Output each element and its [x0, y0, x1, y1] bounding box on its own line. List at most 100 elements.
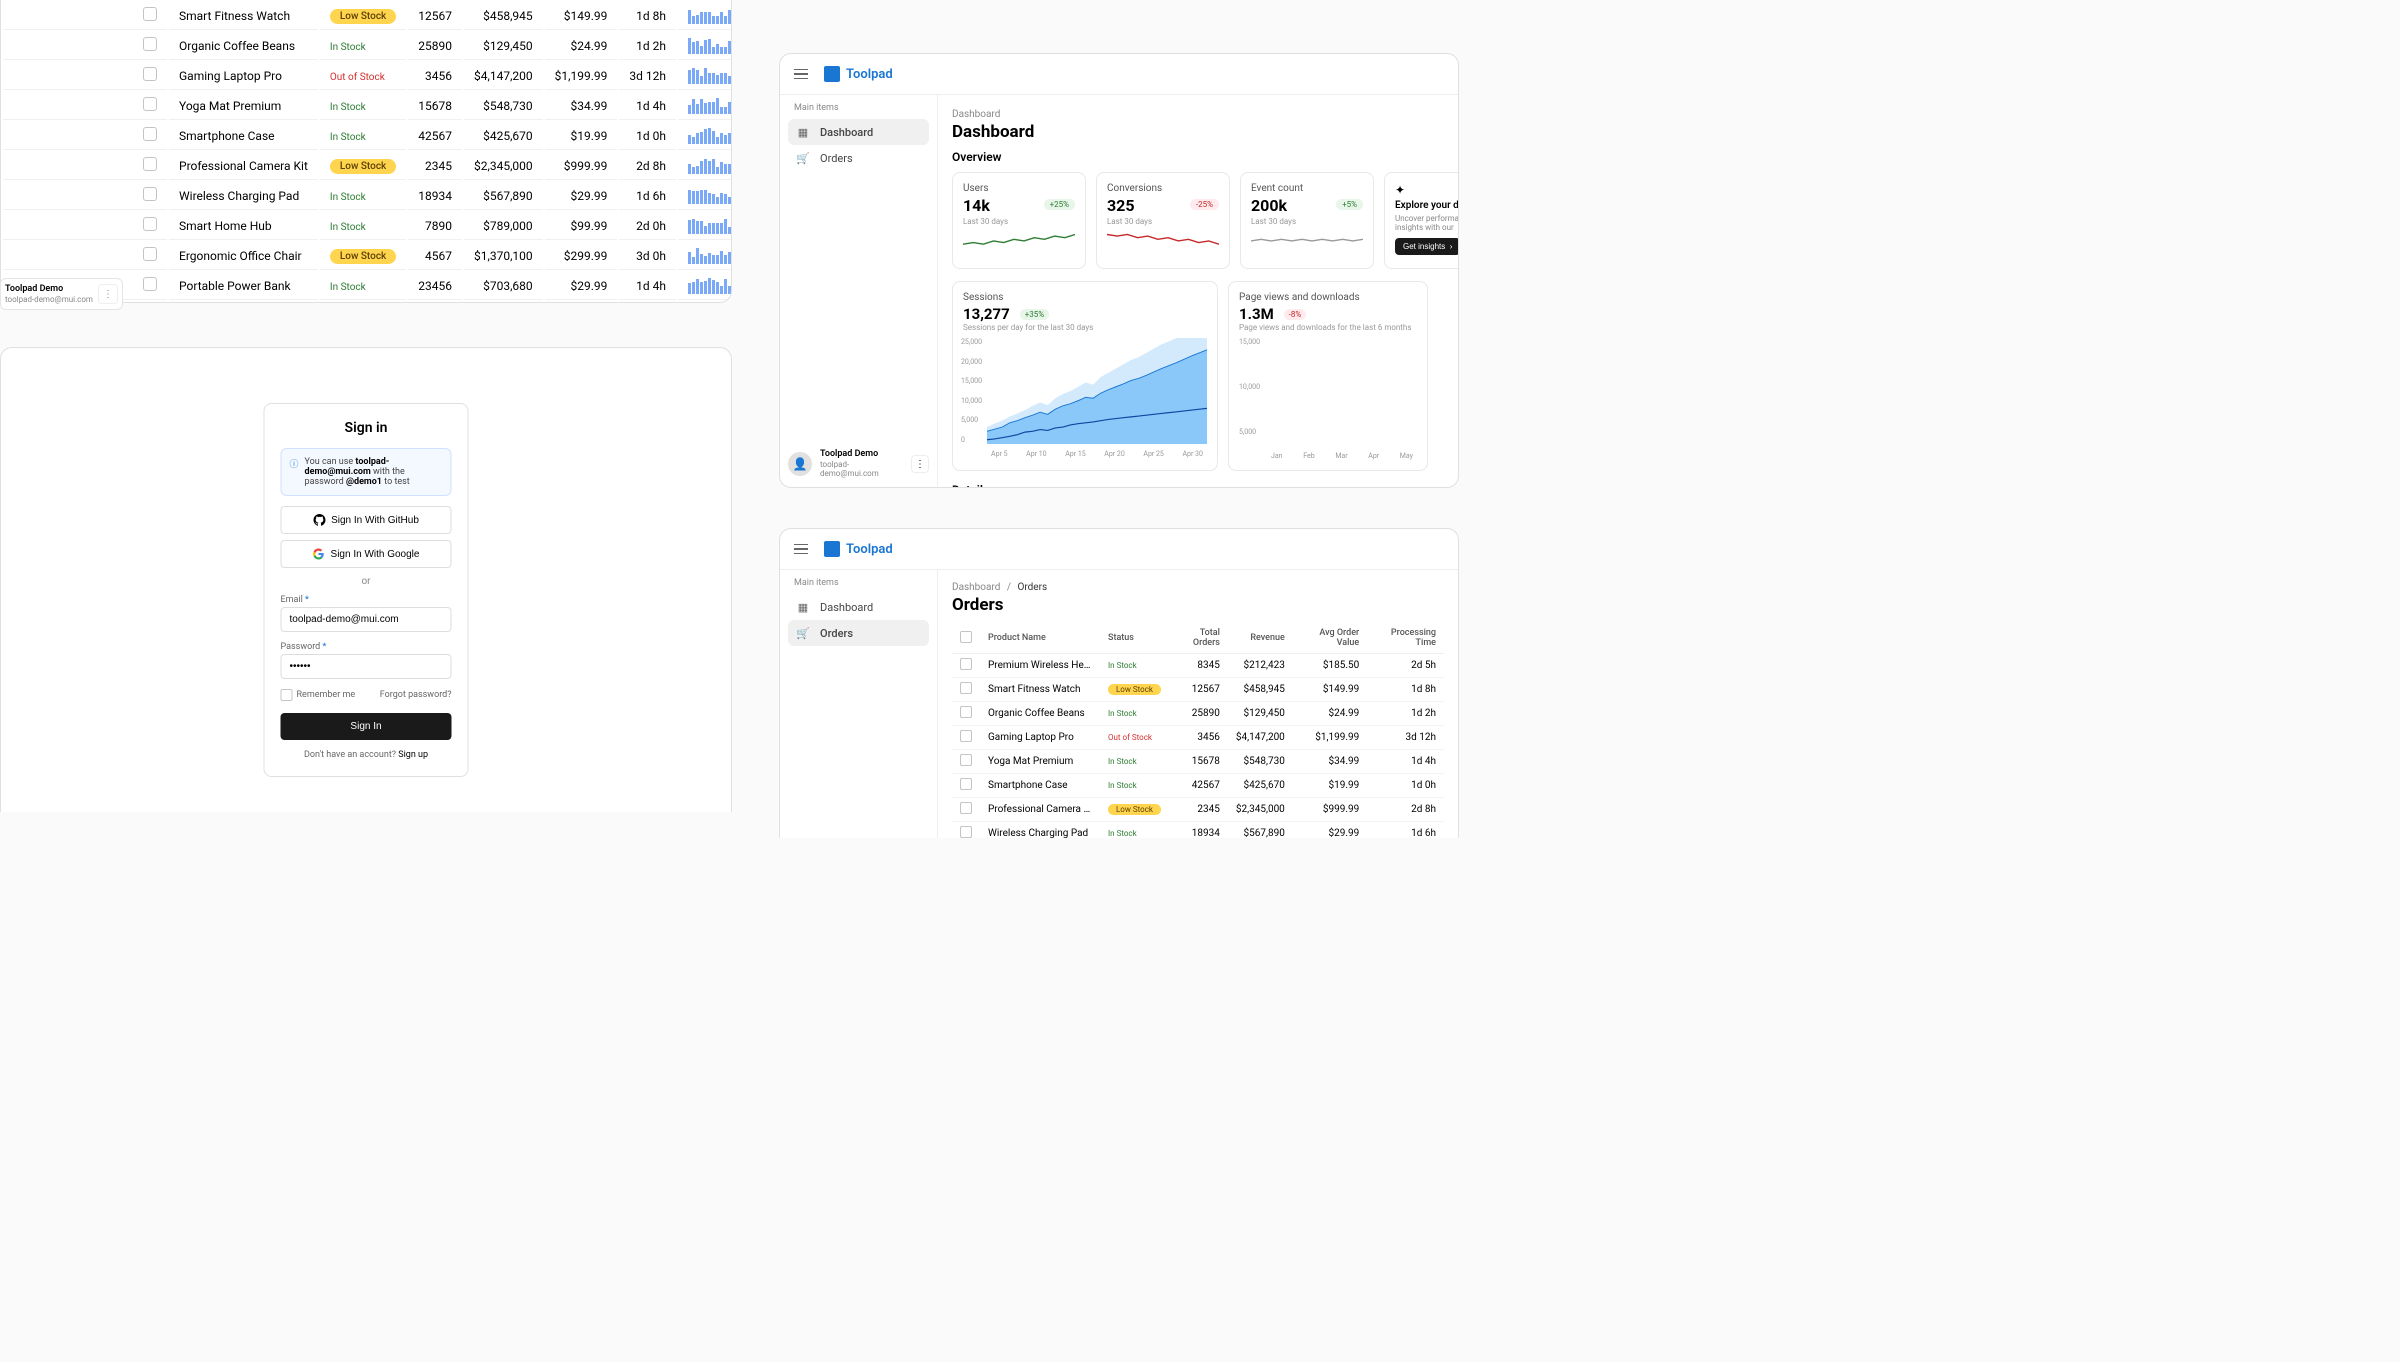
row-checkbox[interactable]	[960, 658, 972, 670]
table-row[interactable]: Gaming Laptop Pro Out of Stock 3456 $4,1…	[952, 726, 1444, 750]
email-field[interactable]	[281, 607, 452, 632]
stat-card: Event count 200k Last 30 days +5%	[1240, 172, 1374, 269]
brand: Toolpad	[824, 66, 893, 82]
sidebar-heading: Main items	[788, 103, 929, 113]
row-checkbox[interactable]	[143, 217, 157, 231]
table-row[interactable]: Ergonomic Office Chair Low Stock 4567 $1…	[3, 242, 732, 270]
select-all-checkbox[interactable]	[960, 631, 972, 643]
signup-link[interactable]: Sign up	[398, 750, 428, 760]
breadcrumb: Dashboard / Orders	[952, 582, 1444, 593]
cart-icon: 🛒	[796, 626, 810, 640]
sidebar-account: 👤 Toolpad Demo toolpad-demo@mui.com ⋮	[788, 449, 929, 479]
cart-icon: 🛒	[796, 151, 810, 165]
sidebar-item-orders[interactable]: 🛒 Orders	[788, 620, 929, 646]
sidebar-item-dashboard[interactable]: ▦ Dashboard	[788, 119, 929, 145]
signin-info: ⓘ You can use toolpad-demo@mui.com with …	[281, 448, 452, 496]
sparkline	[678, 32, 732, 60]
row-checkbox[interactable]	[143, 37, 157, 51]
sidebar-item-orders[interactable]: 🛒 Orders	[788, 145, 929, 171]
row-checkbox[interactable]	[960, 802, 972, 814]
signin-panel: Sign in ⓘ You can use toolpad-demo@mui.c…	[0, 347, 732, 812]
sparkline	[678, 92, 732, 120]
table-row[interactable]: Smartphone Case In Stock 42567 $425,670 …	[952, 774, 1444, 798]
github-signin-button[interactable]: Sign In With GitHub	[281, 506, 452, 534]
get-insights-button[interactable]: Get insights ›	[1395, 238, 1458, 255]
row-checkbox[interactable]	[143, 277, 157, 291]
table-row[interactable]: Professional Camera Kit Low Stock 2345 $…	[952, 798, 1444, 822]
menu-toggle-icon[interactable]	[794, 539, 814, 559]
account-menu-button[interactable]: ⋮	[98, 284, 118, 304]
appbar: Toolpad	[780, 529, 1458, 570]
account-chip: Toolpad Demo toolpad-demo@mui.com ⋮	[0, 278, 123, 310]
email-label: Email *	[281, 595, 452, 605]
orders-table-top: Smart Fitness Watch Low Stock 12567 $458…	[1, 0, 732, 303]
row-checkbox[interactable]	[960, 778, 972, 790]
sparkline	[1107, 232, 1219, 258]
signin-card: Sign in ⓘ You can use toolpad-demo@mui.c…	[264, 403, 469, 777]
stat-card: Users 14k Last 30 days +25%	[952, 172, 1086, 269]
orders-panel: Toolpad Main items ▦ Dashboard 🛒 Orders …	[779, 528, 1459, 838]
signup-row: Don't have an account? Sign up	[281, 750, 452, 760]
sparkline	[1251, 232, 1363, 258]
sparkline	[678, 242, 732, 270]
pageviews-bar-chart: 15,00010,0005,000	[1239, 338, 1417, 450]
dashboard-icon: ▦	[796, 600, 810, 614]
row-checkbox[interactable]	[960, 754, 972, 766]
table-row[interactable]: Premium Wireless Headpho... In Stock 834…	[952, 654, 1444, 678]
row-checkbox[interactable]	[143, 127, 157, 141]
table-row[interactable]: Organic Coffee Beans In Stock 25890 $129…	[3, 32, 732, 60]
google-signin-button[interactable]: Sign In With Google	[281, 540, 452, 568]
sparkline	[678, 152, 732, 180]
sparkline	[678, 122, 732, 150]
row-checkbox[interactable]	[143, 67, 157, 81]
sparkline	[678, 302, 732, 303]
sidebar-item-dashboard[interactable]: ▦ Dashboard	[788, 594, 929, 620]
page-title: Orders	[952, 595, 1444, 615]
trend-chip: -25%	[1190, 199, 1219, 210]
dashboard-main: Dashboard Dashboard Overview Users 14k L…	[938, 95, 1458, 487]
row-checkbox[interactable]	[960, 826, 972, 838]
row-checkbox[interactable]	[143, 97, 157, 111]
table-row[interactable]: Smart Home Hub In Stock 7890 $789,000 $9…	[3, 212, 732, 240]
table-row[interactable]: Wireless Charging Pad In Stock 18934 $56…	[952, 822, 1444, 839]
account-menu-button[interactable]: ⋮	[911, 455, 929, 473]
sidebar: Main items ▦ Dashboard 🛒 Orders 👤 Toolpa…	[780, 95, 938, 487]
google-icon	[313, 548, 325, 560]
breadcrumb-dashboard[interactable]: Dashboard	[952, 582, 1000, 593]
dashboard-icon: ▦	[796, 125, 810, 139]
row-checkbox[interactable]	[143, 157, 157, 171]
details-heading: Details	[952, 483, 1444, 487]
table-row[interactable]: Smart Fitness Watch Low Stock 12567 $458…	[3, 2, 732, 30]
page-title: Dashboard	[952, 122, 1444, 142]
sessions-area-chart: 25,00020,00015,00010,0005,0000 Apr 5Apr …	[963, 338, 1207, 458]
row-checkbox[interactable]	[143, 187, 157, 201]
dashboard-panel: Toolpad Main items ▦ Dashboard 🛒 Orders …	[779, 53, 1459, 488]
row-checkbox[interactable]	[960, 682, 972, 694]
stat-cards: Users 14k Last 30 days +25% Conversions …	[952, 172, 1444, 269]
table-row[interactable]: Yoga Mat Premium In Stock 15678 $548,730…	[3, 92, 732, 120]
trend-chip: +5%	[1336, 199, 1363, 210]
table-row[interactable]: Wireless Charging Pad In Stock 18934 $56…	[3, 182, 732, 210]
row-checkbox[interactable]	[143, 247, 157, 261]
sparkline	[678, 2, 732, 30]
remember-me[interactable]: Remember me	[281, 689, 356, 701]
signin-title: Sign in	[281, 420, 452, 436]
orders-table-panel: Smart Fitness Watch Low Stock 12567 $458…	[0, 0, 732, 303]
menu-toggle-icon[interactable]	[794, 64, 814, 84]
signin-button[interactable]: Sign In	[281, 713, 452, 740]
table-row[interactable]: Professional Camera Kit Low Stock 2345 $…	[3, 152, 732, 180]
charts-row: Sessions 13,277 +35% Sessions per day fo…	[952, 281, 1444, 471]
github-icon	[313, 514, 325, 526]
table-row[interactable]: Smartphone Case In Stock 42567 $425,670 …	[3, 122, 732, 150]
brand: Toolpad	[824, 541, 893, 557]
sparkline	[678, 62, 732, 90]
row-checkbox[interactable]	[960, 730, 972, 742]
row-checkbox[interactable]	[960, 706, 972, 718]
table-row[interactable]: Organic Coffee Beans In Stock 25890 $129…	[952, 702, 1444, 726]
forgot-password-link[interactable]: Forgot password?	[380, 690, 452, 700]
table-row[interactable]: Smart Fitness Watch Low Stock 12567 $458…	[952, 678, 1444, 702]
table-row[interactable]: Gaming Laptop Pro Out of Stock 3456 $4,1…	[3, 62, 732, 90]
table-row[interactable]: Yoga Mat Premium In Stock 15678 $548,730…	[952, 750, 1444, 774]
row-checkbox[interactable]	[143, 7, 157, 21]
password-field[interactable]	[281, 654, 452, 679]
